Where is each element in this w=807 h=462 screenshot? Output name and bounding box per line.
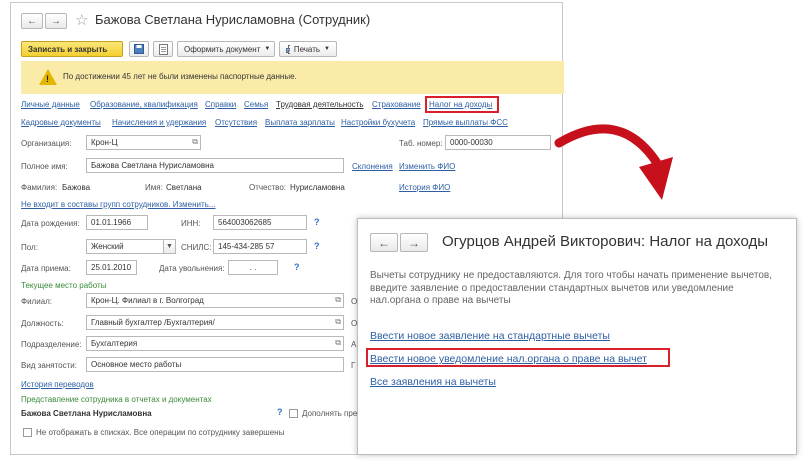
back-arrow-icon: ← bbox=[378, 235, 390, 250]
tab-number-label: Таб. номер: bbox=[399, 139, 443, 148]
standard-deduction-link[interactable]: Ввести новое заявление на стандартные вы… bbox=[370, 330, 610, 342]
employment-type-field[interactable]: Основное место работы bbox=[86, 357, 344, 372]
hire-date-label: Дата приема: bbox=[21, 264, 71, 273]
create-document-button[interactable]: Оформить документ ▼ bbox=[177, 41, 275, 57]
tab-family[interactable]: Семья bbox=[244, 100, 268, 109]
help-icon[interactable]: ? bbox=[294, 262, 300, 272]
snils-field[interactable]: 145-434-285 57 bbox=[213, 239, 307, 254]
full-name-label: Полное имя: bbox=[21, 162, 68, 171]
tab-personal-data[interactable]: Личные данные bbox=[21, 100, 80, 109]
snils-label: СНИЛС: bbox=[181, 243, 212, 252]
tab-certificates[interactable]: Справки bbox=[205, 100, 236, 109]
surname-value: Бажова bbox=[62, 183, 91, 192]
groups-link[interactable]: Не входит в составы групп сотрудников. И… bbox=[21, 200, 216, 209]
back-arrow-icon: ← bbox=[27, 15, 37, 27]
tab-fss-payments[interactable]: Прямые выплаты ФСС bbox=[423, 118, 508, 127]
transfer-history-link[interactable]: История переводов bbox=[21, 380, 94, 389]
current-place-heading: Текущее место работы bbox=[21, 281, 107, 290]
open-icon[interactable]: ⧉ bbox=[192, 137, 198, 147]
tab-number-field[interactable]: 0000-00030 bbox=[445, 135, 551, 150]
inn-label: ИНН: bbox=[181, 219, 201, 228]
declension-link[interactable]: Склонения bbox=[352, 162, 393, 171]
back-button[interactable]: ← bbox=[21, 13, 43, 29]
pointer-arrow bbox=[554, 124, 673, 200]
help-icon[interactable]: ? bbox=[314, 241, 320, 251]
forward-arrow-icon: → bbox=[408, 235, 420, 250]
document-button[interactable] bbox=[153, 41, 173, 57]
organization-field[interactable]: Крон-Ц ⧉ bbox=[86, 135, 201, 150]
open-icon[interactable]: ⧉ bbox=[335, 295, 341, 305]
save-icon bbox=[134, 44, 144, 54]
full-name-field[interactable]: Бажова Светлана Нурисламовна bbox=[86, 158, 344, 173]
name-value: Светлана bbox=[166, 183, 202, 192]
tab-education[interactable]: Образование, квалификация bbox=[90, 100, 198, 109]
division-field[interactable]: Бухгалтерия ⧉ bbox=[86, 336, 344, 351]
income-tax-window: ← → Огурцов Андрей Викторович: Налог на … bbox=[357, 218, 797, 455]
save-close-button[interactable]: Записать и закрыть bbox=[21, 41, 123, 57]
print-button[interactable]: Печать ▼ bbox=[279, 41, 337, 57]
tab-accruals[interactable]: Начисления и удержания bbox=[112, 118, 206, 127]
warning-banner: ! По достижении 45 лет не были изменены … bbox=[21, 61, 564, 94]
inn-field[interactable]: 564003062685 bbox=[213, 215, 307, 230]
gender-select[interactable]: Женский ▼ bbox=[86, 239, 176, 254]
hide-in-lists-label: Не отображать в списках. Все операции по… bbox=[36, 428, 285, 437]
back-button[interactable]: ← bbox=[370, 233, 398, 252]
tab-salary-payment[interactable]: Выплата зарплаты bbox=[265, 118, 335, 127]
open-icon[interactable]: ⧉ bbox=[335, 317, 341, 327]
tab-hr-documents[interactable]: Кадровые документы bbox=[21, 118, 101, 127]
supplement-checkbox[interactable] bbox=[289, 409, 298, 418]
warning-text: По достижении 45 лет не были изменены па… bbox=[63, 72, 297, 81]
birth-date-field[interactable]: 01.01.1966 bbox=[86, 215, 148, 230]
dropdown-arrow-icon: ▼ bbox=[324, 46, 330, 52]
print-icon bbox=[286, 44, 290, 54]
position-label: Должность: bbox=[21, 319, 64, 328]
notification-highlight bbox=[366, 348, 670, 367]
change-fio-link[interactable]: Изменить ФИО bbox=[399, 162, 455, 171]
gender-label: Пол: bbox=[21, 243, 38, 252]
forward-button[interactable]: → bbox=[45, 13, 67, 29]
birth-date-label: Дата рождения: bbox=[21, 219, 80, 228]
dismissal-date-label: Дата увольнения: bbox=[159, 264, 225, 273]
open-icon[interactable]: ⧉ bbox=[335, 338, 341, 348]
surname-label: Фамилия: bbox=[21, 183, 58, 192]
dropdown-arrow-icon: ▼ bbox=[264, 46, 271, 52]
forward-button[interactable]: → bbox=[400, 233, 428, 252]
document-icon bbox=[158, 43, 168, 55]
dismissal-date-field[interactable]: . . bbox=[228, 260, 278, 275]
division-label: Подразделение: bbox=[21, 340, 82, 349]
tab-insurance[interactable]: Страхование bbox=[372, 100, 421, 109]
window-title: Огурцов Андрей Викторович: Налог на дохо… bbox=[442, 233, 769, 250]
tab-labor-activity[interactable]: Трудовая деятельность bbox=[276, 100, 364, 109]
hire-date-field[interactable]: 25.01.2010 bbox=[86, 260, 137, 275]
forward-arrow-icon: → bbox=[51, 15, 61, 27]
representation-heading: Представление сотрудника в отчетах и док… bbox=[21, 395, 212, 404]
tab-absences[interactable]: Отсутствия bbox=[215, 118, 257, 127]
employment-type-label: Вид занятости: bbox=[21, 361, 77, 370]
save-button[interactable] bbox=[129, 41, 149, 57]
income-tax-highlight bbox=[425, 96, 499, 113]
organization-label: Организация: bbox=[21, 139, 72, 148]
patronymic-value: Нурисламовна bbox=[290, 183, 345, 192]
star-icon[interactable]: ☆ bbox=[75, 11, 88, 29]
window-title: Бажова Светлана Нурисламовна (Сотрудник) bbox=[95, 12, 371, 27]
branch-field[interactable]: Крон-Ц. Филиал в г. Волгоград ⧉ bbox=[86, 293, 344, 308]
patronymic-label: Отчество: bbox=[249, 183, 286, 192]
deductions-info-text: Вычеты сотруднику не предоставляются. Дл… bbox=[370, 270, 772, 306]
position-field[interactable]: Главный бухгалтер /Бухгалтерия/ ⧉ bbox=[86, 315, 344, 330]
name-label: Имя: bbox=[145, 183, 163, 192]
all-applications-link[interactable]: Все заявления на вычеты bbox=[370, 376, 496, 388]
tab-accounting-settings[interactable]: Настройки бухучета bbox=[341, 118, 415, 127]
representation-name: Бажова Светлана Нурисламовна bbox=[21, 409, 152, 418]
fio-history-link[interactable]: История ФИО bbox=[399, 183, 450, 192]
dropdown-arrow-icon[interactable]: ▼ bbox=[163, 240, 175, 253]
branch-label: Филиал: bbox=[21, 297, 53, 306]
help-icon[interactable]: ? bbox=[314, 217, 320, 227]
hide-in-lists-checkbox[interactable] bbox=[23, 428, 32, 437]
help-icon[interactable]: ? bbox=[277, 407, 283, 417]
